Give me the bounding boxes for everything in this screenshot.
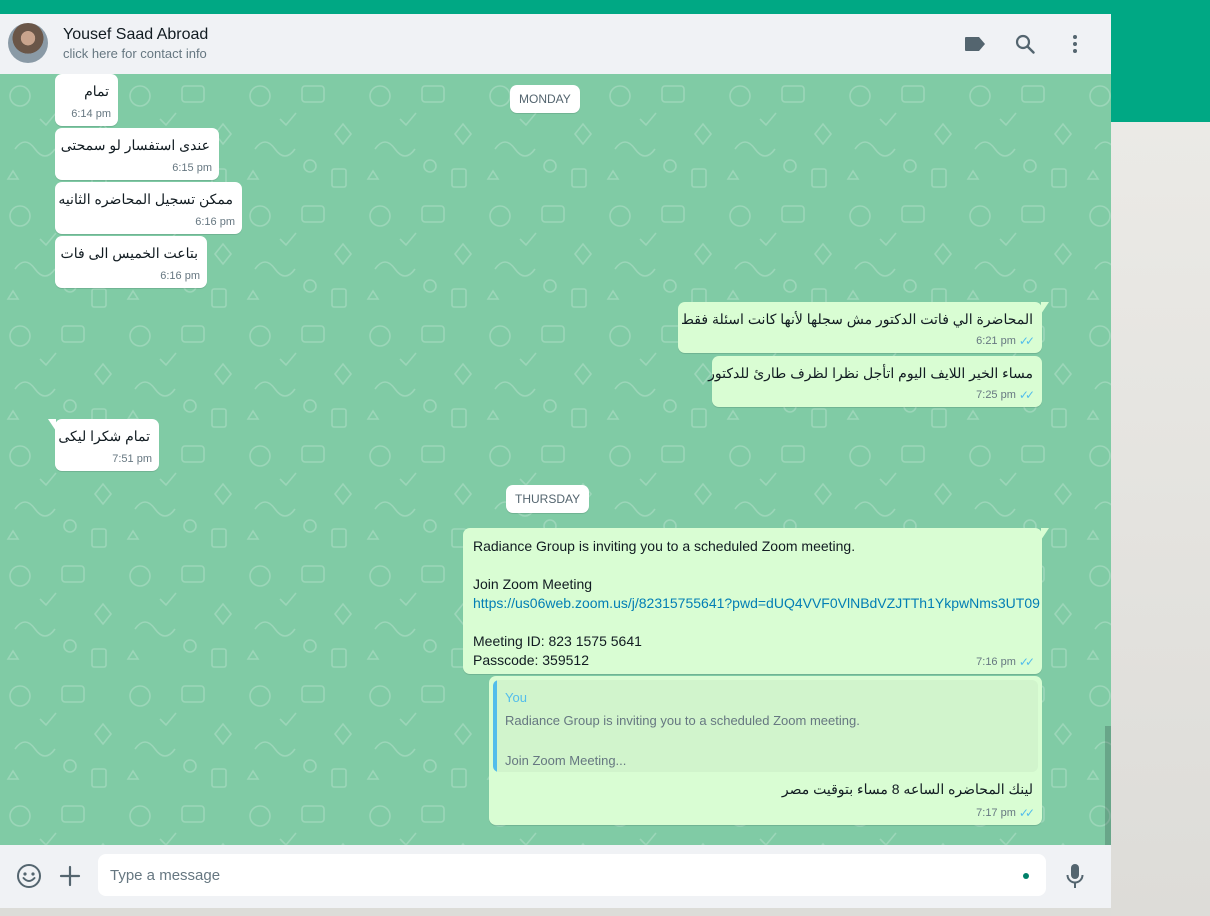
emoji-icon[interactable] <box>15 862 43 890</box>
message-text: مساء الخير اللايف اليوم اتأجل نظرا لظرف … <box>708 365 1033 381</box>
status-dot <box>1023 873 1029 879</box>
message-time: 7:17 pm ✓✓ <box>976 806 1035 820</box>
message-incoming[interactable]: ممكن تسجيل المحاضره الثانيه 6:16 pm <box>55 182 242 234</box>
bubble-tail <box>1041 302 1049 314</box>
scrollbar[interactable] <box>1105 726 1111 845</box>
search-icon[interactable] <box>1012 31 1038 57</box>
message-incoming[interactable]: بتاعت الخميس الى فات 6:16 pm <box>55 236 207 288</box>
message-text: Radiance Group is inviting you to a sche… <box>473 537 1040 670</box>
attach-plus-icon[interactable] <box>56 862 84 890</box>
message-input[interactable] <box>110 854 1010 896</box>
message-outgoing[interactable]: المحاضرة الي فاتت الدكتور مش سجلها لأنها… <box>678 302 1049 353</box>
message-time: 6:16 pm <box>160 270 200 282</box>
quote-bar <box>493 680 497 772</box>
message-incoming[interactable]: تمام شكرا ليكى 7:51 pm <box>48 419 159 471</box>
message-text: تمام شكرا ليكى <box>58 428 150 444</box>
message-time: 7:25 pm ✓✓ <box>976 388 1035 402</box>
message-time: 7:16 pm ✓✓ <box>976 655 1035 669</box>
quoted-message[interactable]: You Radiance Group is inviting you to a … <box>493 680 1038 772</box>
message-time: 6:16 pm <box>195 216 235 228</box>
message-text: عندى استفسار لو سمحتى <box>60 137 210 153</box>
message-time: 7:51 pm <box>112 453 152 465</box>
message-outgoing-reply[interactable]: You Radiance Group is inviting you to a … <box>489 676 1042 825</box>
zoom-passcode: Passcode: 359512 <box>473 652 589 668</box>
contact-name[interactable]: Yousef Saad Abroad <box>63 25 208 45</box>
label-icon[interactable] <box>962 31 988 57</box>
message-text: تمام <box>84 83 109 99</box>
quote-text: Radiance Group is inviting you to a sche… <box>505 713 860 768</box>
message-time: 6:14 pm <box>71 108 111 120</box>
zoom-join-label: Join Zoom Meeting <box>473 576 593 592</box>
read-ticks-icon: ✓✓ <box>1018 334 1035 348</box>
read-ticks-icon: ✓✓ <box>1018 388 1035 402</box>
avatar[interactable] <box>8 23 48 63</box>
day-separator: THURSDAY <box>506 485 590 513</box>
message-text: المحاضرة الي فاتت الدكتور مش سجلها لأنها… <box>680 311 1033 327</box>
read-ticks-icon: ✓✓ <box>1018 655 1035 669</box>
bubble-tail <box>1041 528 1049 540</box>
message-input-box[interactable] <box>98 854 1046 896</box>
microphone-icon[interactable] <box>1061 862 1089 890</box>
message-time: 6:15 pm <box>172 162 212 174</box>
read-ticks-icon: ✓✓ <box>1018 806 1035 820</box>
message-text: بتاعت الخميس الى فات <box>60 245 198 261</box>
quote-author: You <box>505 690 527 705</box>
zoom-meeting-link[interactable]: https://us06web.zoom.us/j/82315755641?pw… <box>473 595 1040 611</box>
chat-header[interactable]: Yousef Saad Abroad click here for contac… <box>0 14 1111 74</box>
message-time: 6:21 pm ✓✓ <box>976 334 1035 348</box>
message-text: لينك المحاضره الساعه 8 مساء بتوقيت مصر <box>781 781 1033 797</box>
message-list[interactable]: MONDAY تمام 6:14 pm عندى استفسار لو سمحت… <box>0 74 1111 845</box>
day-separator: MONDAY <box>510 85 580 113</box>
message-outgoing[interactable]: مساء الخير اللايف اليوم اتأجل نظرا لظرف … <box>708 356 1042 407</box>
message-outgoing-zoom-invite[interactable]: Radiance Group is inviting you to a sche… <box>463 528 1049 674</box>
message-incoming[interactable]: تمام 6:14 pm <box>55 74 118 126</box>
contact-subtitle[interactable]: click here for contact info <box>63 45 208 63</box>
window-background <box>1111 122 1210 916</box>
contact-info[interactable]: Yousef Saad Abroad click here for contac… <box>63 25 208 63</box>
message-text: ممكن تسجيل المحاضره الثانيه <box>58 191 233 207</box>
composer-bar <box>0 845 1111 908</box>
zoom-meeting-id: Meeting ID: 823 1575 5641 <box>473 633 642 649</box>
chat-window: Yousef Saad Abroad click here for contac… <box>0 14 1111 908</box>
zoom-invite-line: Radiance Group is inviting you to a sche… <box>473 538 856 554</box>
menu-icon[interactable] <box>1062 31 1088 57</box>
bubble-tail <box>48 419 56 431</box>
message-incoming[interactable]: عندى استفسار لو سمحتى 6:15 pm <box>55 128 219 180</box>
